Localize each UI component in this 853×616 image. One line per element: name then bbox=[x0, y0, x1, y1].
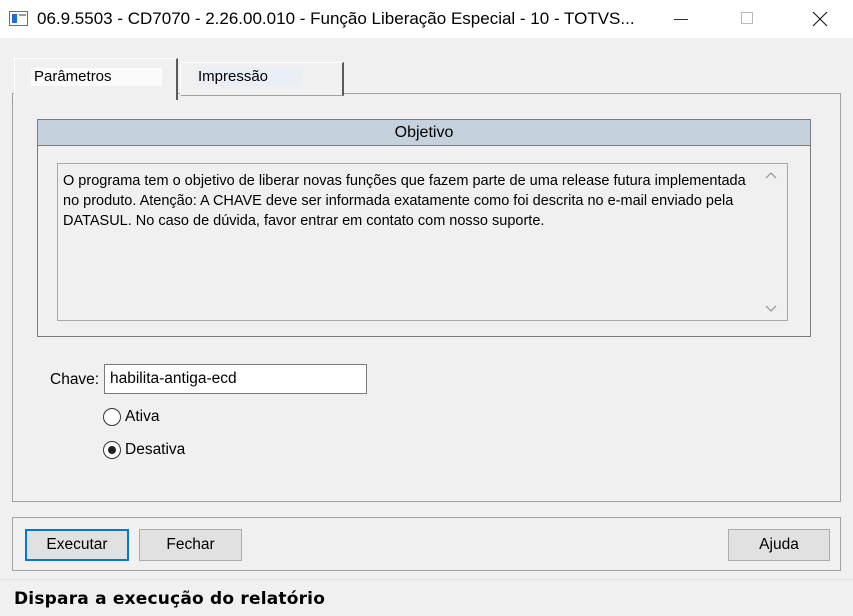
tab-impressao-label: Impressão bbox=[195, 68, 302, 86]
executar-button[interactable]: Executar bbox=[25, 529, 129, 561]
radio-ativa-circle[interactable] bbox=[103, 408, 121, 426]
minimize-button[interactable] bbox=[650, 0, 712, 38]
tab-impressao[interactable]: Impressão bbox=[180, 62, 344, 96]
radio-ativa[interactable]: Ativa bbox=[103, 406, 159, 428]
objetivo-header: Objetivo bbox=[38, 120, 810, 146]
maximize-icon bbox=[741, 12, 753, 24]
fechar-button[interactable]: Fechar bbox=[139, 529, 242, 561]
tab-parametros-label: Parâmetros bbox=[31, 68, 162, 86]
radio-ativa-label: Ativa bbox=[125, 408, 160, 425]
radio-desativa[interactable]: Desativa bbox=[103, 439, 185, 461]
close-icon bbox=[812, 11, 828, 27]
objetivo-text-area[interactable]: O programa tem o objetivo de liberar nov… bbox=[57, 163, 788, 321]
button-panel bbox=[12, 517, 841, 571]
title-bar[interactable]: 06.9.5503 - CD7070 - 2.26.00.010 - Funçã… bbox=[0, 0, 853, 38]
app-icon bbox=[9, 11, 28, 26]
status-text: Dispara a execução do relatório bbox=[14, 589, 326, 609]
chave-input[interactable] bbox=[104, 364, 367, 394]
close-button[interactable] bbox=[790, 0, 852, 38]
tab-parametros[interactable]: Parâmetros bbox=[14, 58, 178, 100]
scroll-down-icon[interactable] bbox=[765, 302, 777, 314]
ajuda-button[interactable]: Ajuda bbox=[728, 529, 830, 561]
chave-label: Chave: bbox=[50, 371, 100, 388]
radio-desativa-circle[interactable] bbox=[103, 441, 121, 459]
radio-desativa-label: Desativa bbox=[125, 441, 186, 458]
objetivo-text: O programa tem o objetivo de liberar nov… bbox=[63, 173, 746, 229]
minimize-icon bbox=[674, 19, 688, 20]
status-bar: Dispara a execução do relatório bbox=[0, 579, 853, 616]
window-title: 06.9.5503 - CD7070 - 2.26.00.010 - Funçã… bbox=[37, 9, 635, 28]
maximize-button[interactable] bbox=[717, 0, 779, 38]
scroll-up-icon[interactable] bbox=[765, 170, 777, 182]
